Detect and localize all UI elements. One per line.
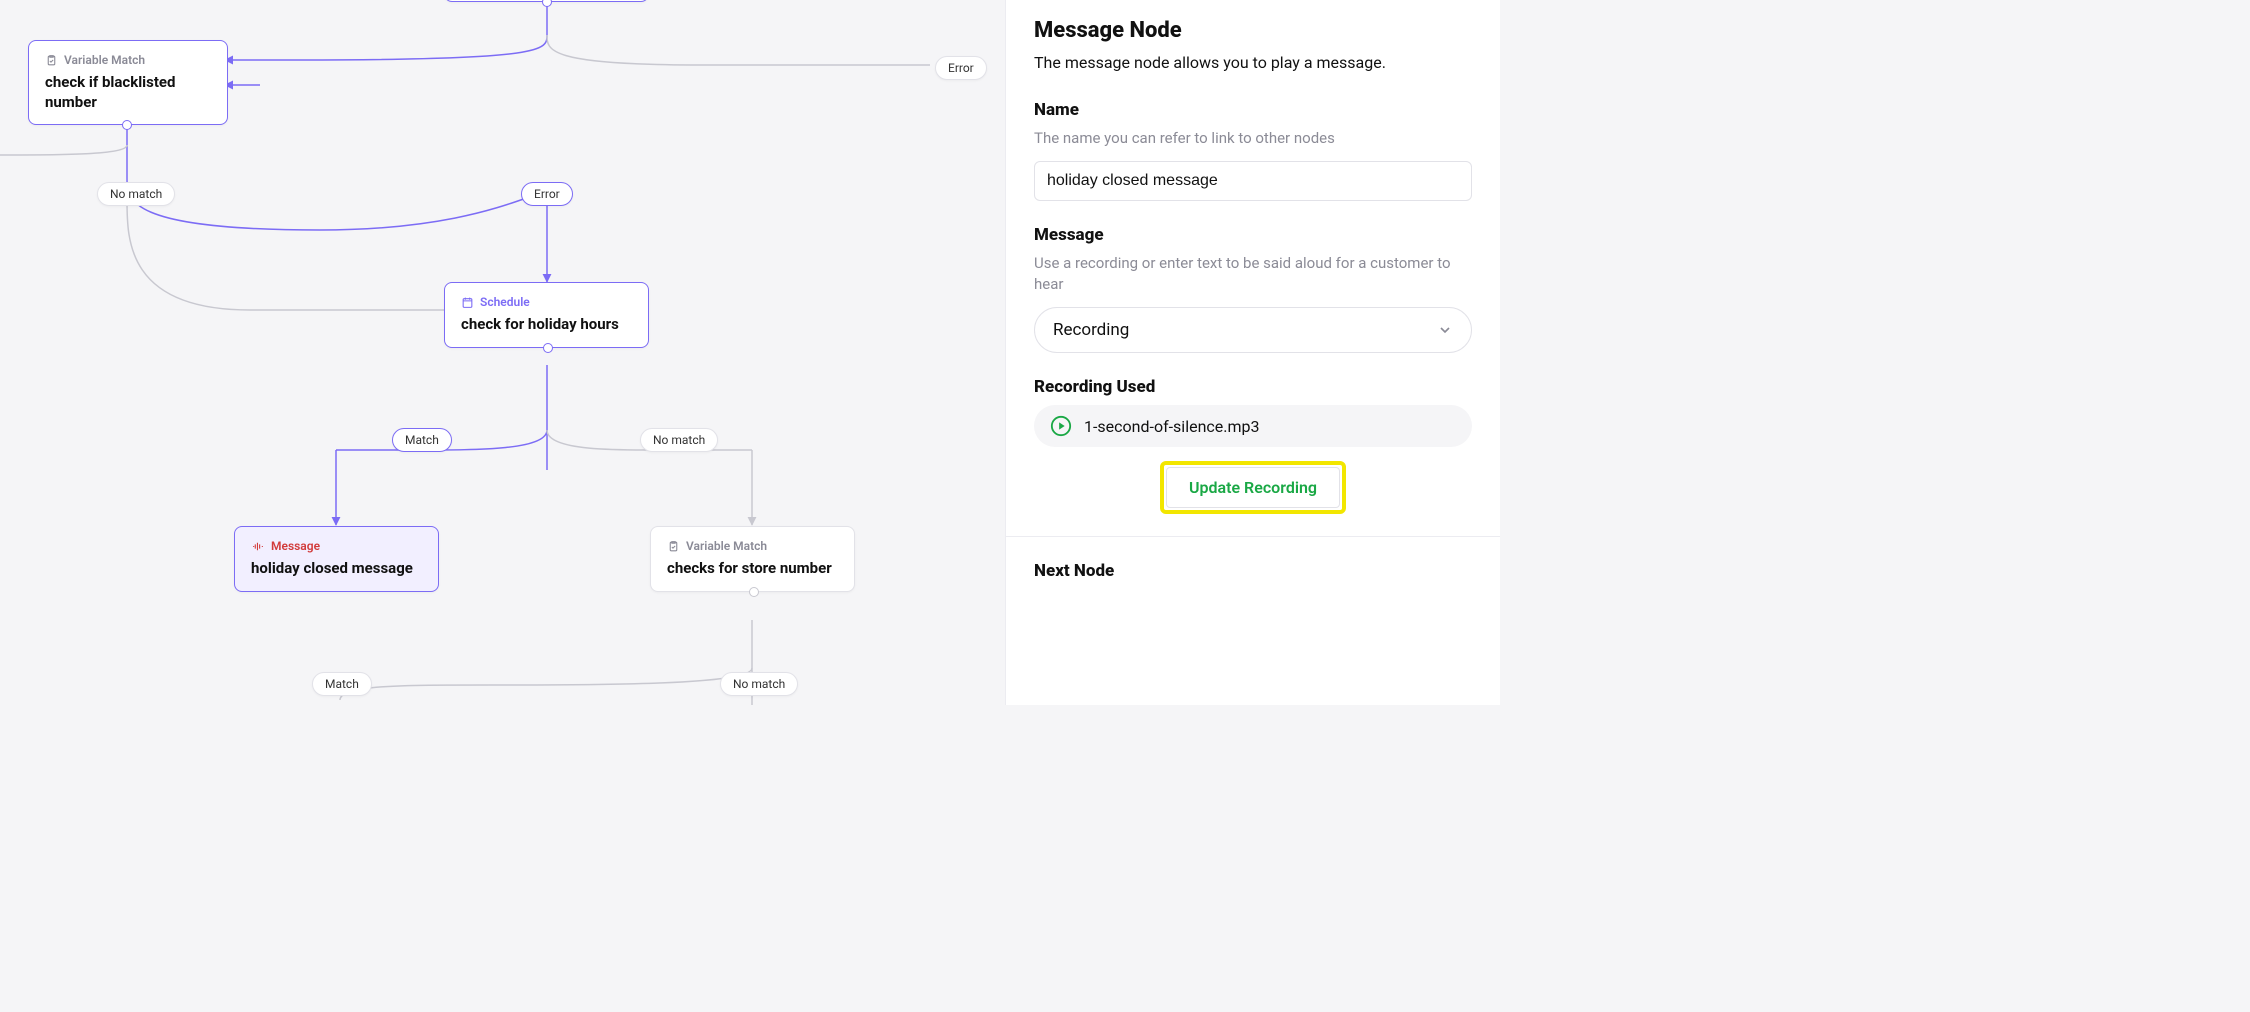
flow-canvas[interactable]: Variable Match check if blacklisted numb… <box>0 0 1005 705</box>
message-hint: Use a recording or enter text to be said… <box>1034 253 1472 295</box>
node-type-label: Variable Match <box>667 539 838 553</box>
audio-wave-icon <box>251 540 265 553</box>
name-input[interactable] <box>1034 161 1472 201</box>
next-node-label: Next Node <box>1034 561 1472 581</box>
recording-row: 1-second-of-silence.mp3 <box>1034 405 1472 447</box>
node-title: checks for store number <box>667 559 838 579</box>
panel-title: Message Node <box>1034 18 1472 43</box>
node-port[interactable] <box>749 587 759 597</box>
node-type-text: Variable Match <box>686 539 767 553</box>
node-type-label: Schedule <box>461 295 632 309</box>
edge-label-error[interactable]: Error <box>521 182 573 206</box>
edge-label-no-match[interactable]: No match <box>640 428 718 452</box>
node-port[interactable] <box>122 120 132 130</box>
node-title: check for holiday hours <box>461 315 632 335</box>
properties-panel: Message Node The message node allows you… <box>1005 0 1500 705</box>
calendar-icon <box>461 296 474 309</box>
node-type-text: Message <box>271 539 320 553</box>
edge-label-match[interactable]: Match <box>392 428 452 452</box>
node-check-holiday-hours[interactable]: Schedule check for holiday hours <box>444 282 649 348</box>
panel-subtitle: The message node allows you to play a me… <box>1034 53 1472 72</box>
chevron-down-icon <box>1437 322 1453 338</box>
node-title: check if blacklisted number <box>45 73 211 112</box>
node-type-text: Variable Match <box>64 53 145 67</box>
name-label: Name <box>1034 100 1472 120</box>
edge-label-no-match[interactable]: No match <box>720 672 798 696</box>
node-type-label: Variable Match <box>45 53 211 67</box>
name-hint: The name you can refer to link to other … <box>1034 128 1472 149</box>
clipboard-check-icon <box>667 540 680 553</box>
node-type-text: Schedule <box>480 295 530 309</box>
panel-divider <box>1006 536 1500 537</box>
message-type-select[interactable]: Recording <box>1034 307 1472 353</box>
recording-used-label: Recording Used <box>1034 377 1472 397</box>
play-icon[interactable] <box>1050 415 1072 437</box>
select-value: Recording <box>1053 320 1129 340</box>
recording-filename: 1-second-of-silence.mp3 <box>1084 417 1260 436</box>
node-port[interactable] <box>543 343 553 353</box>
node-port[interactable] <box>542 0 552 7</box>
message-label: Message <box>1034 225 1472 245</box>
clipboard-check-icon <box>45 54 58 67</box>
node-check-blacklisted[interactable]: Variable Match check if blacklisted numb… <box>28 40 228 125</box>
update-recording-button[interactable]: Update Recording <box>1166 467 1340 508</box>
edge-label-match[interactable]: Match <box>312 672 372 696</box>
edge-label-error[interactable]: Error <box>935 56 987 80</box>
node-holiday-closed-message[interactable]: Message holiday closed message <box>234 526 439 592</box>
edge-label-no-match[interactable]: No match <box>97 182 175 206</box>
update-recording-highlight: Update Recording <box>1160 461 1346 514</box>
node-title: holiday closed message <box>251 559 422 579</box>
node-checks-store-number[interactable]: Variable Match checks for store number <box>650 526 855 592</box>
node-type-label: Message <box>251 539 422 553</box>
